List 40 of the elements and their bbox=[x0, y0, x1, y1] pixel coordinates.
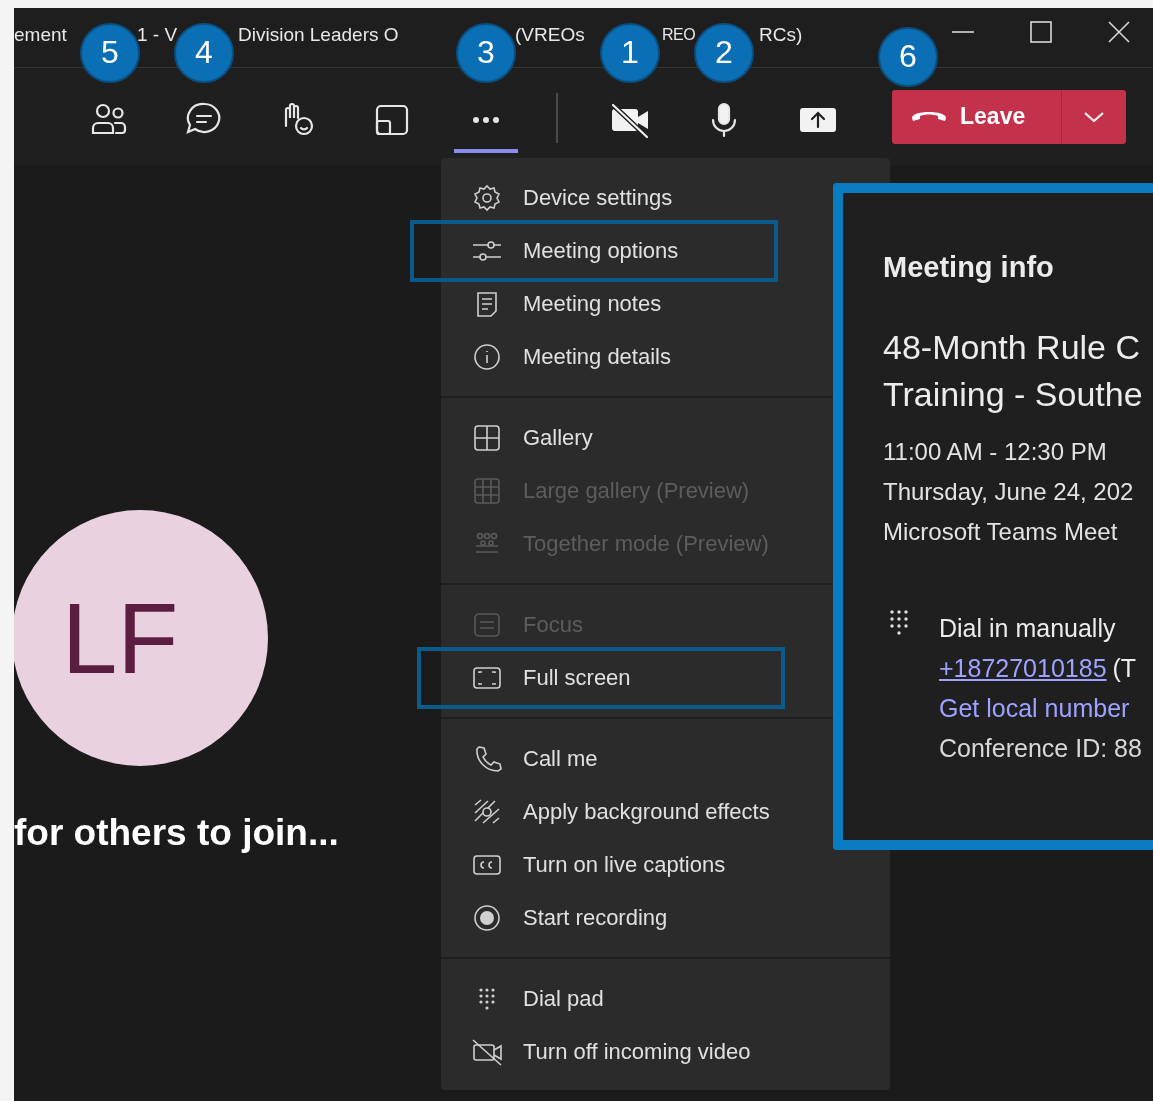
gear-icon bbox=[471, 182, 503, 213]
window-title: Division Leaders O bbox=[238, 24, 399, 46]
dialpad-icon bbox=[887, 608, 911, 636]
chevron-down-icon bbox=[1084, 111, 1104, 122]
menu-item[interactable]: Start recording bbox=[441, 891, 890, 944]
menu-item[interactable]: Full screen bbox=[441, 651, 890, 704]
gallery-icon bbox=[471, 422, 503, 453]
local-numbers-link[interactable]: Get local number bbox=[939, 688, 1142, 728]
status-text: for others to join... bbox=[14, 812, 339, 854]
menu-item[interactable]: Apply background effects bbox=[441, 785, 890, 838]
window-title: (VREOs bbox=[515, 24, 585, 46]
menu-item[interactable]: Turn on live captions bbox=[441, 838, 890, 891]
phone-link[interactable]: +18727010185 bbox=[939, 654, 1107, 682]
conference-id: Conference ID: 88 bbox=[939, 733, 1142, 764]
video-off-icon bbox=[471, 1036, 503, 1067]
panel-title: Meeting info bbox=[883, 251, 1055, 284]
menu-item[interactable]: Dial pad bbox=[441, 972, 890, 1025]
close-icon bbox=[1106, 19, 1132, 45]
meeting-detail: Microsoft Teams Meet bbox=[883, 517, 1119, 547]
meeting-title: Training - Southe bbox=[883, 374, 1144, 415]
menu-item[interactable]: Turn off incoming video bbox=[441, 1025, 890, 1078]
maximize-icon bbox=[1028, 19, 1054, 45]
window-title: RCs) bbox=[759, 24, 803, 46]
window-title: ement bbox=[14, 24, 67, 46]
menu-item[interactable]: Call me bbox=[441, 732, 890, 785]
leave-button[interactable]: Leave bbox=[892, 89, 1062, 144]
meeting-detail: Thursday, June 24, 202 bbox=[883, 477, 1135, 507]
window-title: REO bbox=[662, 26, 696, 44]
meeting-title: 48-Month Rule C bbox=[883, 327, 1141, 368]
more-icon bbox=[473, 116, 499, 123]
hang-up-icon bbox=[912, 111, 946, 122]
minimize-icon bbox=[952, 31, 974, 33]
meeting-detail: 11:00 AM - 12:30 PM bbox=[883, 437, 1108, 467]
avatar: LF bbox=[14, 510, 268, 766]
info-icon bbox=[471, 341, 503, 372]
record-icon bbox=[471, 902, 503, 933]
menu-item[interactable]: Device settings bbox=[441, 171, 890, 224]
large-gallery-icon bbox=[471, 475, 503, 506]
dial-in-heading: Dial in manually bbox=[939, 613, 1117, 644]
phone-note: (T bbox=[1112, 654, 1137, 682]
